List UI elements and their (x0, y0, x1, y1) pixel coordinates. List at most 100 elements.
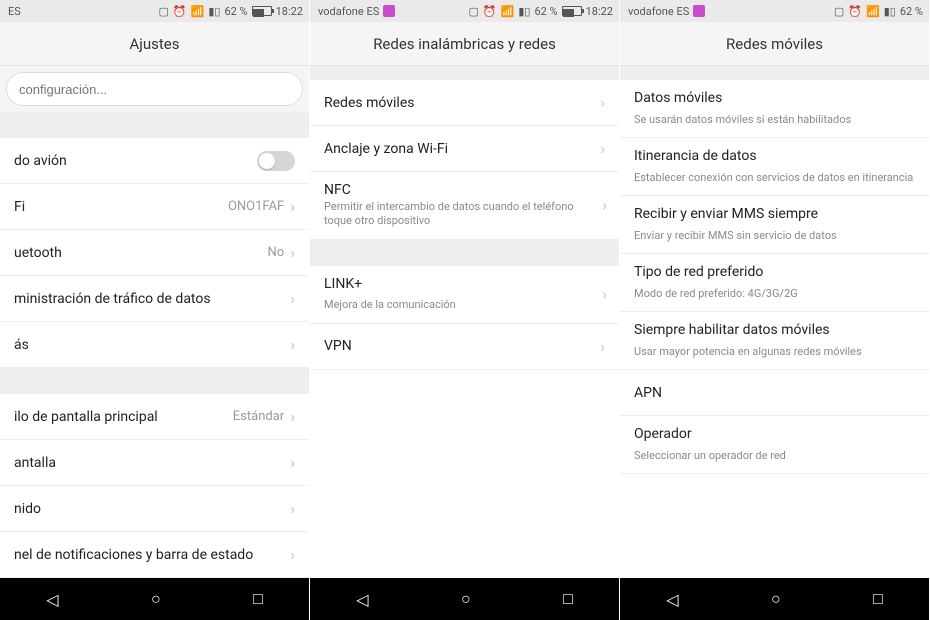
status-icons: ▢ ⏰ 📶 ▮▯ 62 % 18:22 (159, 5, 303, 18)
vibrate-icon: ▢ (469, 5, 479, 18)
row-label: nel de notificaciones y barra de estado (14, 547, 290, 563)
section-divider (0, 112, 309, 138)
row-data-admin[interactable]: ministración de tráfico de datos › (0, 276, 309, 322)
row-wifi[interactable]: Fi ONO1FAF › (0, 184, 309, 230)
row-label: Siempre habilitar datos móviles (634, 322, 830, 343)
row-label: ás (14, 337, 290, 353)
row-home-style[interactable]: ilo de pantalla principal Estándar › (0, 394, 309, 440)
row-label: antalla (14, 455, 290, 471)
carrier-badge-icon (693, 5, 705, 17)
row-label: APN (634, 385, 915, 401)
row-label: VPN (324, 338, 600, 354)
nav-bar: ◁ ○ □ (0, 578, 309, 620)
row-subtitle: Permitir el intercambio de datos cuando … (324, 200, 585, 229)
chevron-right-icon: › (290, 289, 295, 308)
row-label: nido (14, 501, 290, 517)
carrier-text: vodafone ES (318, 5, 379, 18)
row-label: do avión (14, 153, 257, 169)
row-notifications[interactable]: nel de notificaciones y barra de estado … (0, 532, 309, 578)
wifi-icon: 📶 (866, 5, 880, 18)
home-icon[interactable]: ○ (151, 589, 161, 609)
row-subtitle: Mejora de la comunicación (324, 298, 456, 312)
section-divider (0, 368, 309, 394)
chevron-right-icon: › (600, 139, 605, 158)
row-subtitle: Enviar y recibir MMS sin servicio de dat… (634, 229, 837, 243)
time-label: 18:22 (276, 5, 303, 18)
row-label: uetooth (14, 245, 267, 261)
row-link-plus[interactable]: LINK+ Mejora de la comunicación › (310, 266, 619, 324)
settings-list: do avión Fi ONO1FAF › uetooth No › minis… (0, 138, 309, 578)
row-value: Estándar (233, 409, 284, 424)
wifi-icon: 📶 (501, 5, 515, 18)
row-data-roaming[interactable]: Itinerancia de datos Establecer conexión… (620, 138, 929, 196)
phone-settings: ES ▢ ⏰ 📶 ▮▯ 62 % 18:22 Ajustes do avión … (0, 0, 310, 620)
chevron-right-icon: › (602, 196, 607, 215)
row-airplane-mode[interactable]: do avión (0, 138, 309, 184)
chevron-right-icon: › (290, 545, 295, 564)
chevron-right-icon: › (290, 243, 295, 262)
row-more[interactable]: ás › (0, 322, 309, 368)
alarm-icon: ⏰ (483, 5, 497, 18)
wifi-icon: 📶 (191, 5, 205, 18)
recent-icon[interactable]: □ (563, 589, 573, 609)
phone-wireless-networks: vodafone ES ▢ ⏰ 📶 ▮▯ 62 % 18:22 Redes in… (310, 0, 620, 620)
carrier-badge-icon (383, 5, 395, 17)
row-label: ilo de pantalla principal (14, 409, 233, 425)
status-icons: ▢ ⏰ 📶 ▮▯ 62 % (834, 5, 923, 18)
vibrate-icon: ▢ (159, 5, 169, 18)
row-subtitle: Se usarán datos móviles si están habilit… (634, 113, 851, 127)
recent-icon[interactable]: □ (253, 589, 263, 609)
status-bar: ES ▢ ⏰ 📶 ▮▯ 62 % 18:22 (0, 0, 309, 22)
row-value: ONO1FAF (228, 199, 284, 214)
nav-bar: ◁ ○ □ (310, 578, 619, 620)
carrier-label: vodafone ES (628, 5, 705, 18)
carrier-label: vodafone ES (318, 5, 395, 18)
row-tethering[interactable]: Anclaje y zona Wi-Fi › (310, 126, 619, 172)
row-operator[interactable]: Operador Seleccionar un operador de red (620, 416, 929, 474)
row-apn[interactable]: APN (620, 370, 929, 416)
row-value: No (267, 245, 284, 260)
home-icon[interactable]: ○ (771, 589, 781, 609)
row-label: Fi (14, 199, 228, 215)
chevron-right-icon: › (290, 499, 295, 518)
chevron-right-icon: › (600, 337, 605, 356)
battery-icon (562, 6, 582, 16)
row-preferred-network[interactable]: Tipo de red preferido Modo de red prefer… (620, 254, 929, 312)
row-mobile-data[interactable]: Datos móviles Se usarán datos móviles si… (620, 80, 929, 138)
chevron-right-icon: › (290, 407, 295, 426)
page-title: Ajustes (0, 22, 309, 66)
page-title: Redes inalámbricas y redes (310, 22, 619, 66)
status-bar: vodafone ES ▢ ⏰ 📶 ▮▯ 62 % (620, 0, 929, 22)
home-icon[interactable]: ○ (461, 589, 471, 609)
row-vpn[interactable]: VPN › (310, 324, 619, 370)
row-label: Tipo de red preferido (634, 264, 763, 285)
row-sound[interactable]: nido › (0, 486, 309, 532)
phone-mobile-networks: vodafone ES ▢ ⏰ 📶 ▮▯ 62 % Redes móviles … (620, 0, 930, 620)
row-always-enable-data[interactable]: Siempre habilitar datos móviles Usar may… (620, 312, 929, 370)
recent-icon[interactable]: □ (873, 589, 883, 609)
row-label: NFC (324, 182, 351, 198)
status-bar: vodafone ES ▢ ⏰ 📶 ▮▯ 62 % 18:22 (310, 0, 619, 22)
toggle-airplane[interactable] (257, 151, 295, 171)
section-divider (310, 66, 619, 80)
row-label: Operador (634, 426, 692, 447)
mobile-networks-list: Datos móviles Se usarán datos móviles si… (620, 80, 929, 578)
search-input[interactable] (6, 72, 303, 106)
alarm-icon: ⏰ (173, 5, 187, 18)
networks-list: Redes móviles › Anclaje y zona Wi-Fi › N… (310, 80, 619, 578)
back-icon[interactable]: ◁ (46, 590, 58, 609)
row-mms-always[interactable]: Recibir y enviar MMS siempre Enviar y re… (620, 196, 929, 254)
signal-icon: ▮▯ (884, 5, 896, 18)
row-bluetooth[interactable]: uetooth No › (0, 230, 309, 276)
row-nfc[interactable]: NFC Permitir el intercambio de datos cua… (310, 172, 619, 240)
back-icon[interactable]: ◁ (666, 590, 678, 609)
carrier-text: vodafone ES (628, 5, 689, 18)
battery-percent: 62 % (534, 5, 557, 18)
row-display[interactable]: antalla › (0, 440, 309, 486)
row-mobile-networks[interactable]: Redes móviles › (310, 80, 619, 126)
back-icon[interactable]: ◁ (356, 590, 368, 609)
row-label: Redes móviles (324, 95, 600, 111)
section-divider (310, 240, 619, 266)
row-label: ministración de tráfico de datos (14, 291, 290, 307)
signal-icon: ▮▯ (518, 5, 530, 18)
